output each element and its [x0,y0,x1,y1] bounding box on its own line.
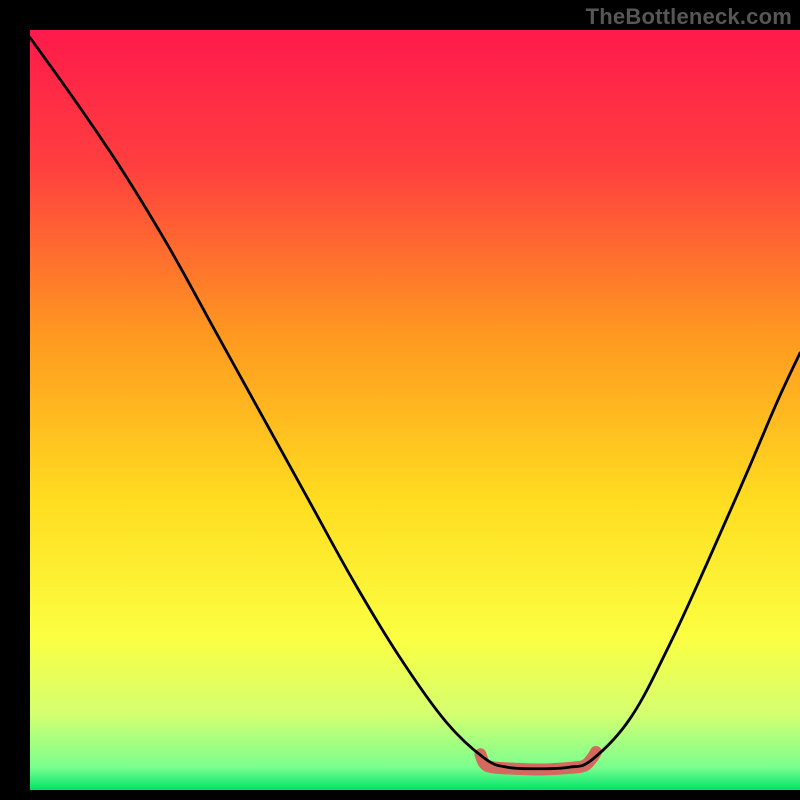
gradient-background [30,30,800,790]
plot-area [30,30,800,790]
plot-svg [30,30,800,790]
watermark-text: TheBottleneck.com [586,4,792,30]
chart-frame: TheBottleneck.com [0,0,800,800]
